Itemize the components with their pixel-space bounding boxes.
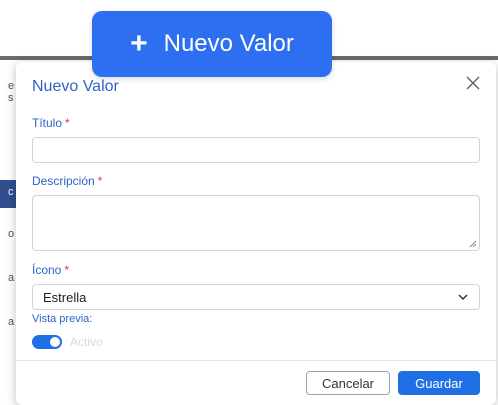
chevron-down-icon [458,294,468,301]
preview-label: Vista previa: [32,313,93,325]
icon-select-value: Estrella [43,290,87,305]
save-button[interactable]: Guardar [398,371,480,395]
close-icon [466,76,480,90]
description-field-label: Descripción * [32,174,103,188]
dialog-title: Nuevo Valor [32,78,119,95]
new-value-button[interactable]: + Nuevo Valor [92,11,332,77]
required-mark: * [64,263,70,277]
resize-grip-icon[interactable] [469,240,477,248]
description-input[interactable] [32,195,480,251]
background-text: a [8,272,15,284]
icon-select[interactable]: Estrella [32,284,480,310]
required-mark: * [65,116,70,130]
title-input[interactable] [32,137,480,163]
description-field [32,195,480,251]
background-text: c [8,186,14,198]
background-text: o [8,228,15,240]
required-mark: * [97,174,103,188]
footer-divider [16,360,496,361]
toggle-label: Activo [70,335,103,349]
cancel-button[interactable]: Cancelar [306,371,390,395]
background-text: a [8,316,15,328]
toggle-knob [50,337,60,347]
background-text: e [8,80,15,92]
icon-field-label: Ícono * [32,263,70,277]
new-value-button-label: Nuevo Valor [163,30,294,57]
close-button[interactable] [464,74,482,92]
plus-icon: + [130,27,148,60]
title-field-label: Título * [32,116,70,130]
new-value-dialog: Nuevo Valor Título * Descripción * Ícono * … [16,62,496,405]
active-toggle[interactable] [32,335,62,349]
background-text: s [8,92,14,104]
